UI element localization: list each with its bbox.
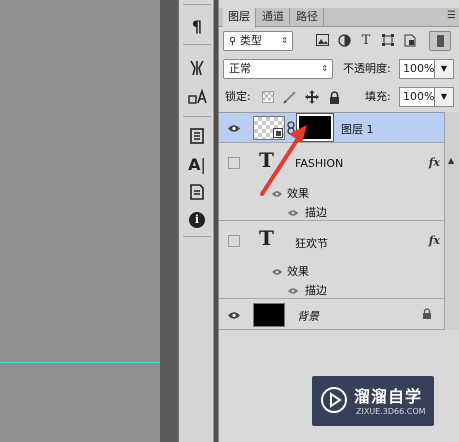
filter-kind-select[interactable]: ⚲ 类型 ⇕ [223,31,293,51]
lock-image-pixels-icon[interactable] [283,90,297,104]
lock-label: 锁定: [225,90,251,103]
layer-row-layer-1[interactable]: 图层 1 [219,113,444,143]
info-glyph: i [189,212,205,228]
character-glyph: A [188,154,201,174]
brush-presets-icon[interactable] [184,56,210,80]
stroke-effect-label[interactable]: 描边 [305,204,327,220]
collapsed-panel-strip: ¶ A | i [178,0,214,442]
layer-mask-thumbnail[interactable] [296,113,334,142]
blend-mode-value: 正常 [229,62,251,75]
fill-input[interactable]: 100% [399,87,435,107]
shape-filter-icon[interactable] [381,33,395,47]
smart-object-badge-icon [273,128,283,138]
document-canvas[interactable] [0,0,160,442]
strip-separator [183,44,211,45]
type-filter-icon[interactable]: T [359,33,373,48]
panel-gutter [160,0,178,442]
opacity-input[interactable]: 100% [399,59,435,79]
layer-lock-icon[interactable] [422,308,432,323]
stroke-effect-eye-icon[interactable] [287,207,301,217]
strip-separator [183,116,211,117]
search-icon: ⚲ [229,36,237,47]
history-panel-icon[interactable] [184,124,210,148]
opacity-label: 不透明度: [343,62,391,75]
layer-thumbnail[interactable] [253,116,285,140]
scroll-up-arrow-icon[interactable]: ▲ [448,156,454,165]
mask-link-icon[interactable] [287,121,295,135]
panel-tabs: 图层 通道 路径 ☰ [219,8,459,28]
lock-transparent-pixels-icon[interactable] [261,90,275,104]
filter-kind-label: 类型 [239,34,262,47]
text-layer-icon[interactable]: T [259,148,274,172]
layers-scrollbar[interactable]: ▲ [444,112,459,330]
character-panel-icon[interactable]: A | [184,152,210,176]
layer-name[interactable]: 狂欢节 [295,235,328,251]
lock-all-icon[interactable] [327,90,341,104]
effects-label[interactable]: 效果 [287,263,309,279]
tab-layers[interactable]: 图层 [223,8,256,28]
filter-toggle-knob [437,35,444,47]
layer-name[interactable]: 图层 1 [341,121,374,137]
watermark-url: ZIXUE.3D66.COM [356,407,426,416]
layer-row-carnival[interactable]: T 狂欢节 fx 效果 描边 [219,222,444,299]
notes-panel-icon[interactable] [184,180,210,204]
layer-row-fashion[interactable]: T FASHION fx 效果 描边 [219,144,444,221]
tab-channels[interactable]: 通道 [257,8,290,27]
opacity-dropdown-button[interactable]: ▼ [434,59,454,79]
updown-arrow-icon: ⇕ [321,64,328,73]
strip-separator [183,4,211,5]
stroke-effect-eye-icon[interactable] [287,285,301,295]
effects-label[interactable]: 效果 [287,185,309,201]
visibility-toggle-empty[interactable] [228,235,240,247]
clone-source-icon[interactable] [184,84,210,108]
layers-list: 图层 1 T FASHION fx 效果 描边 T 狂欢节 fx 效果 描边 背… [219,112,444,330]
lock-position-icon[interactable] [305,90,319,104]
strip-separator [183,236,211,237]
watermark: 溜溜自学 ZIXUE.3D66.COM [312,376,434,426]
visibility-eye-icon[interactable] [224,121,244,135]
fx-icon[interactable]: fx [429,234,440,247]
panel-menu-icon[interactable]: ☰ [447,10,456,21]
layer-thumbnail[interactable] [253,303,285,327]
blend-mode-select[interactable]: 正常 ⇕ [223,59,333,79]
fill-dropdown-button[interactable]: ▼ [434,87,454,107]
paragraph-panel-icon[interactable]: ¶ [184,14,210,38]
text-layer-icon[interactable]: T [259,226,274,250]
pixel-filter-icon[interactable] [315,33,329,47]
watermark-title: 溜溜自学 [354,387,423,406]
visibility-eye-icon[interactable] [224,308,244,322]
visibility-toggle-empty[interactable] [228,157,240,169]
watermark-logo-icon [321,387,347,413]
filter-toggle-switch[interactable] [429,31,451,51]
guide-line[interactable] [0,362,160,363]
effects-eye-icon[interactable] [271,266,285,276]
effects-eye-icon[interactable] [271,188,285,198]
adjustment-filter-icon[interactable] [337,33,351,47]
smart-object-filter-icon[interactable] [403,33,417,47]
stroke-effect-label[interactable]: 描边 [305,282,327,298]
layer-row-background[interactable]: 背景 [219,300,444,330]
tab-paths[interactable]: 路径 [291,8,324,27]
fill-label: 填充: [365,90,391,103]
fx-icon[interactable]: fx [429,156,440,169]
info-panel-icon[interactable]: i [184,208,210,232]
layer-name[interactable]: 背景 [297,308,319,324]
updown-arrow-icon: ⇕ [281,36,288,45]
layer-name[interactable]: FASHION [295,157,343,170]
